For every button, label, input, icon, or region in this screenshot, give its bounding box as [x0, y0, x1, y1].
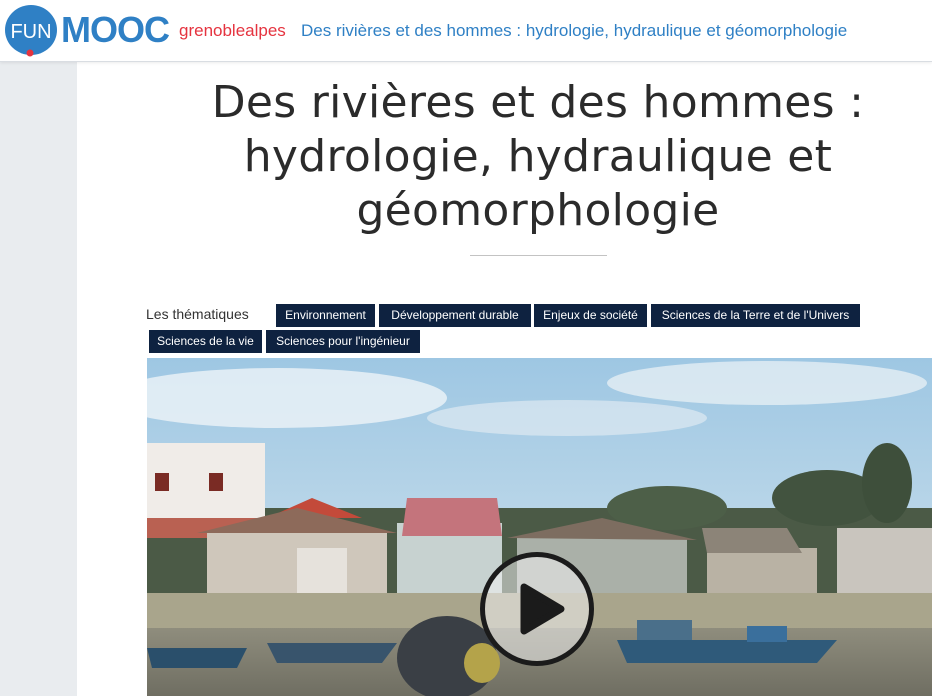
left-gutter: [0, 62, 77, 696]
tag-developpement-durable[interactable]: Développement durable: [379, 304, 531, 327]
logo-mooc-text: MOOC: [61, 9, 170, 50]
tag-sciences-de-la-vie[interactable]: Sciences de la vie: [149, 330, 262, 353]
main-content: Des rivières et des hommes : hydrologie,…: [77, 62, 932, 696]
page-title: Des rivières et des hommes : hydrologie,…: [172, 76, 904, 238]
tag-sciences-ingenieur[interactable]: Sciences pour l'ingénieur: [266, 330, 420, 353]
video-play-button[interactable]: [480, 552, 594, 666]
fun-mooc-logo[interactable]: FUN MOOC: [3, 3, 175, 59]
logo-fun-text: FUN: [10, 21, 51, 43]
title-line: Des rivières et des hommes :: [211, 77, 865, 128]
title-line: hydrologie, hydraulique et: [243, 131, 833, 182]
title-divider: [470, 255, 607, 256]
tag-environnement[interactable]: Environnement: [276, 304, 375, 327]
play-icon: [520, 583, 565, 635]
tag-enjeux-de-societe[interactable]: Enjeux de société: [534, 304, 647, 327]
tag-sciences-terre-univers[interactable]: Sciences de la Terre et de l'Univers: [651, 304, 860, 327]
site-header: FUN MOOC grenoblealpes Des rivières et d…: [0, 0, 932, 62]
course-breadcrumb-link[interactable]: Des rivières et des hommes : hydrologie,…: [301, 21, 847, 41]
org-link[interactable]: grenoblealpes: [179, 21, 286, 41]
title-line: géomorphologie: [356, 185, 720, 236]
themes-label: Les thématiques: [146, 306, 249, 322]
course-video-player[interactable]: [147, 358, 932, 696]
